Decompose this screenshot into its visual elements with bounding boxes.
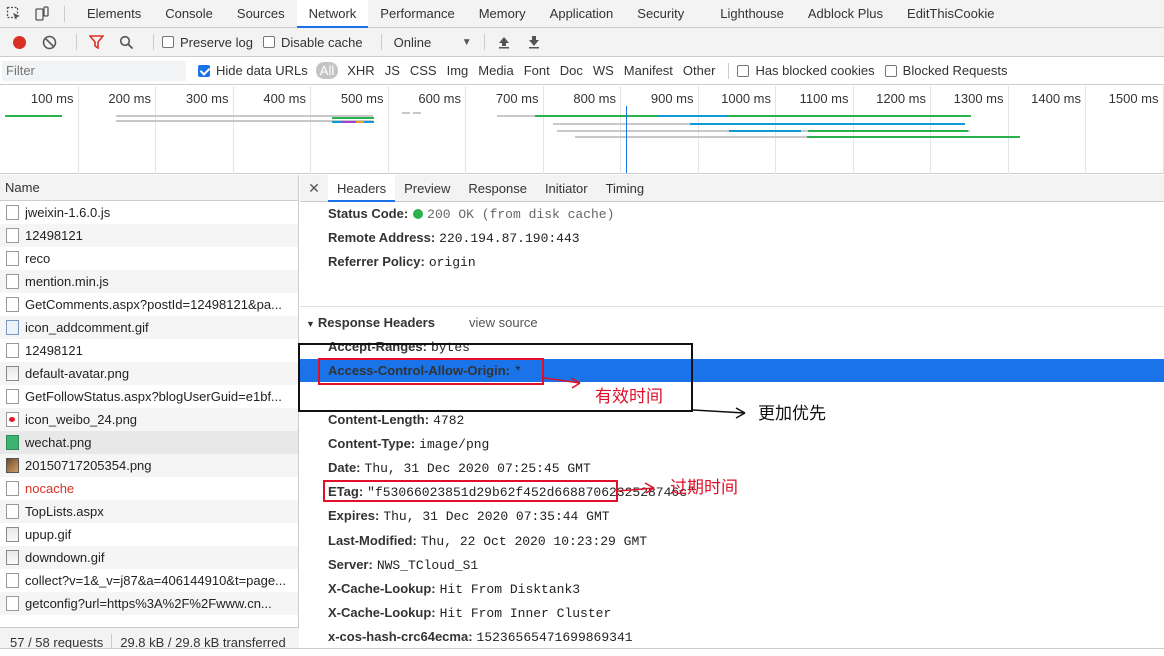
annotation-arrows — [543, 377, 746, 494]
annotation-valid-time: 有效时间 — [595, 387, 663, 407]
annotation-higher-priority: 更加优先 — [758, 404, 826, 424]
annotation-expire-time: 过期时间 — [670, 478, 738, 498]
